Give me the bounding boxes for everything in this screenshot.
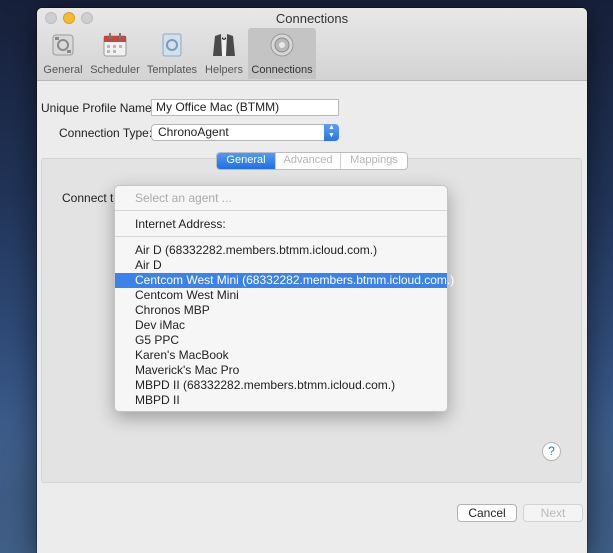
calendar-icon: [103, 33, 127, 57]
connection-type-popup[interactable]: ChronoAgent ▲ ▼: [151, 124, 339, 141]
agent-item[interactable]: G5 PPC: [115, 333, 447, 348]
menu-separator: [115, 236, 447, 237]
toolbar-general[interactable]: General: [41, 28, 85, 79]
toolbar-helpers[interactable]: Helpers: [203, 28, 245, 79]
agent-item[interactable]: MBPD II: [115, 393, 447, 408]
next-button[interactable]: Next: [523, 504, 583, 522]
toolbar-templates[interactable]: Templates: [145, 28, 199, 79]
tab-bar: General Advanced Mappings: [216, 152, 408, 170]
agent-item[interactable]: Air D (68332282.members.btmm.icloud.com.…: [115, 243, 447, 258]
connection-type-label: Connection Type:: [59, 126, 153, 140]
agent-dropdown-menu: Select an agent ... Internet Address: Ai…: [114, 185, 454, 412]
agent-item[interactable]: Karen's MacBook: [115, 348, 447, 363]
cancel-button[interactable]: Cancel: [457, 504, 517, 522]
internet-address-item[interactable]: Internet Address:: [115, 217, 447, 232]
agent-placeholder: Select an agent ...: [135, 191, 232, 205]
popup-arrows-icon: ▲ ▼: [324, 124, 339, 141]
connections-icon: [270, 33, 294, 57]
agent-item-highlighted[interactable]: Centcom West Mini (68332282.members.btmm…: [115, 273, 454, 288]
toolbar-label: Templates: [146, 64, 198, 76]
general-icon: [52, 34, 74, 56]
agent-item[interactable]: Air D: [115, 258, 447, 273]
profile-name-field[interactable]: My Office Mac (BTMM): [151, 99, 339, 116]
agent-item[interactable]: Dev iMac: [115, 318, 447, 333]
title-bar: Connections General Scheduler Templates …: [37, 8, 587, 81]
templates-icon: [162, 33, 182, 57]
connection-type-value: ChronoAgent: [158, 125, 229, 139]
toolbar-label: General: [43, 64, 83, 76]
help-button[interactable]: ?: [542, 442, 561, 461]
profile-name-label: Unique Profile Name:: [41, 101, 156, 115]
tab-mappings[interactable]: Mappings: [341, 153, 407, 169]
toolbar-scheduler[interactable]: Scheduler: [89, 28, 141, 79]
toolbar-connections[interactable]: Connections: [248, 28, 316, 79]
window-title: Connections: [275, 11, 349, 26]
tuxedo-icon: [213, 34, 235, 56]
tab-advanced[interactable]: Advanced: [276, 153, 341, 169]
toolbar-label: Helpers: [205, 64, 243, 76]
toolbar-label: Connections: [251, 64, 313, 76]
agent-item[interactable]: Centcom West Mini: [115, 288, 447, 303]
tab-general[interactable]: General: [217, 153, 276, 169]
agent-item[interactable]: MBPD II (68332282.members.btmm.icloud.co…: [115, 378, 447, 393]
agent-item[interactable]: Chronos MBP: [115, 303, 447, 318]
toolbar-label: Scheduler: [90, 64, 140, 76]
agent-item[interactable]: Maverick's Mac Pro: [115, 363, 447, 378]
connect-to-label: Connect to: [62, 191, 121, 205]
menu-separator: [115, 210, 447, 211]
